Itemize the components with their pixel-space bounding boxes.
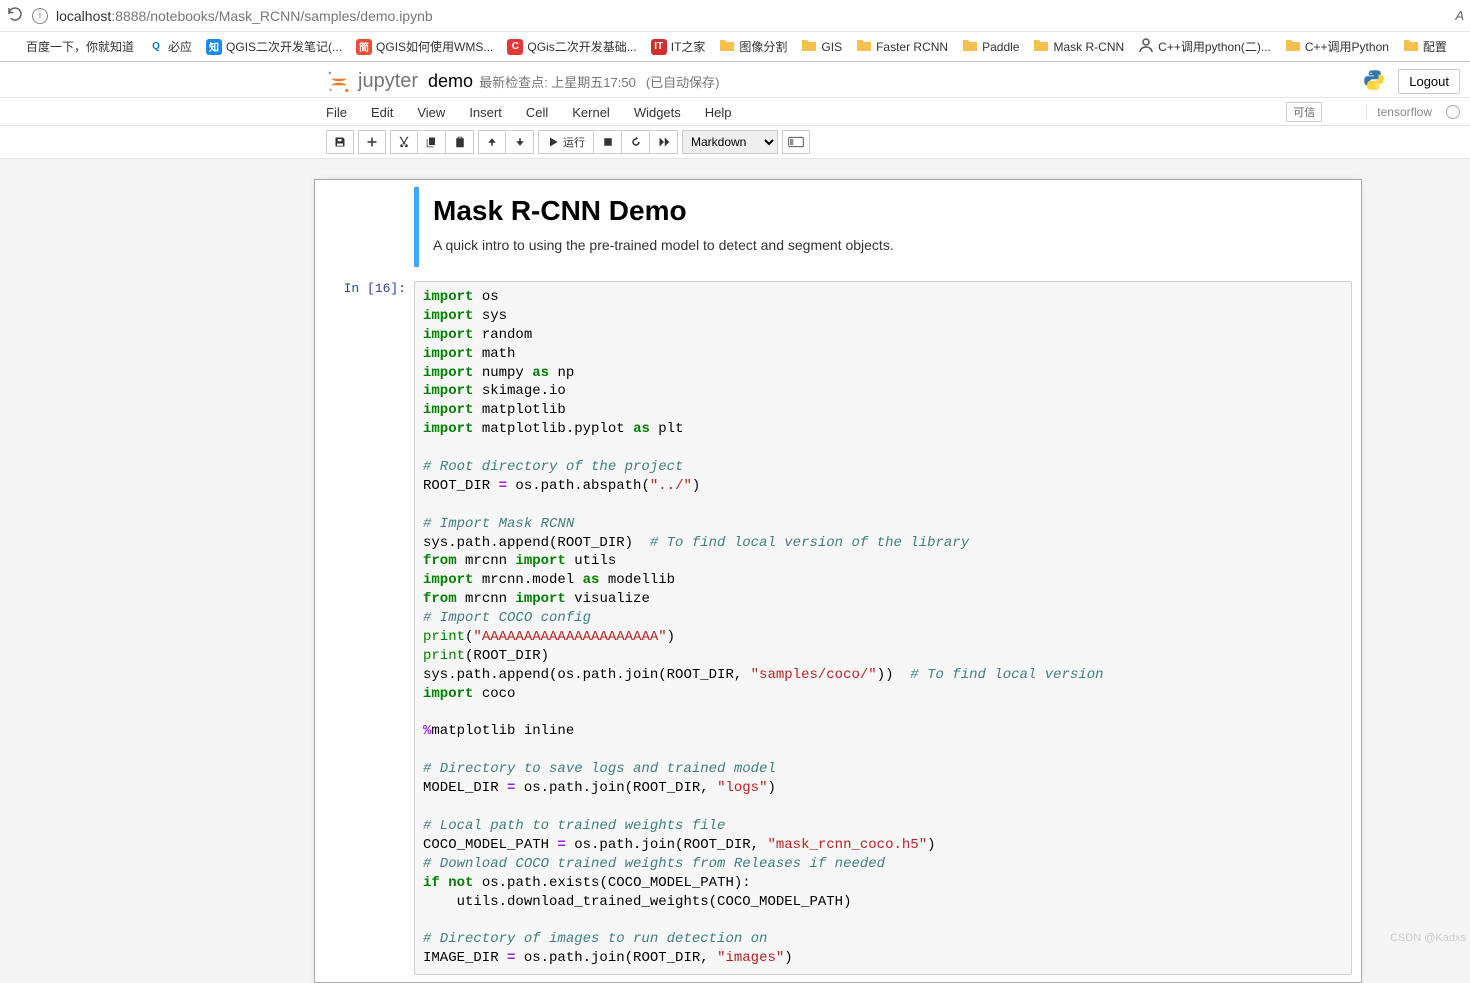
prompt-empty	[324, 187, 414, 267]
code-cell[interactable]: In [16]: import os import sys import ran…	[315, 274, 1361, 982]
folder-icon	[1403, 38, 1419, 55]
watermark: CSDN @Kadxs	[1390, 932, 1466, 944]
bookmark-label: Paddle	[982, 40, 1019, 54]
insert-cell-button[interactable]	[358, 130, 386, 154]
bookmarks-bar: 百度一下，你就知道 Q必应知QGIS二次开发笔记(... 简QGIS如何使用WMS.…	[0, 32, 1470, 62]
run-button[interactable]: 运行	[538, 130, 594, 154]
bookmark-label: C++调用python(二)...	[1158, 38, 1271, 55]
url-path: /notebooks/Mask_RCNN/samples/demo.ipynb	[146, 8, 432, 24]
site-icon	[6, 39, 22, 55]
bookmark-label: Faster RCNN	[876, 40, 948, 54]
bookmark-label: 图像分割	[739, 38, 787, 55]
folder-icon	[719, 38, 735, 55]
autosave-text: (已自动保存)	[646, 72, 720, 91]
bookmark-label: IT之家	[671, 38, 706, 55]
folder-icon	[856, 38, 872, 55]
bookmark-label: QGis二次开发基础...	[527, 38, 636, 55]
notebook-background: Mask R-CNN Demo A quick intro to using t…	[0, 159, 1470, 983]
bookmark-item[interactable]: Faster RCNN	[856, 38, 948, 55]
bookmark-item[interactable]: Q必应	[148, 38, 192, 55]
bookmark-item[interactable]: 简QGIS如何使用WMS...	[356, 38, 493, 55]
menu-edit[interactable]: Edit	[371, 105, 393, 120]
folder-icon	[1285, 38, 1301, 55]
menu-insert[interactable]: Insert	[469, 105, 502, 120]
markdown-subtitle: A quick intro to using the pre-trained m…	[433, 237, 1342, 253]
copy-button[interactable]	[418, 130, 446, 154]
site-icon: C	[507, 39, 523, 55]
toolbar: 运行 CodeMarkdownRaw NBConvertHeading	[0, 126, 1470, 159]
site-icon: 知	[206, 39, 222, 55]
jupyter-brand-text: jupyter	[358, 70, 418, 93]
menu-kernel[interactable]: Kernel	[572, 105, 610, 120]
run-label: 运行	[563, 134, 585, 150]
markdown-render: Mask R-CNN Demo A quick intro to using t…	[414, 187, 1352, 267]
interrupt-button[interactable]	[594, 130, 622, 154]
markdown-cell[interactable]: Mask R-CNN Demo A quick intro to using t…	[315, 180, 1361, 274]
celltype-select[interactable]: CodeMarkdownRaw NBConvertHeading	[682, 130, 778, 154]
kernel-status-icon	[1446, 105, 1460, 119]
ai-badge: A	[1455, 8, 1464, 23]
notebook-container: Mask R-CNN Demo A quick intro to using t…	[314, 179, 1362, 983]
move-up-button[interactable]	[478, 130, 506, 154]
jupyter-header: jupyter demo 最新检查点: 上星期五17:50 (已自动保存) Lo…	[0, 62, 1470, 98]
url-host: localhost	[56, 8, 111, 24]
menu-help[interactable]: Help	[705, 105, 732, 120]
bookmark-item[interactable]: CQGis二次开发基础...	[507, 38, 636, 55]
bookmark-item[interactable]: GIS	[801, 38, 842, 55]
url-port: :8888	[111, 8, 146, 24]
reload-icon[interactable]	[6, 5, 24, 26]
browser-address-bar: i localhost:8888/notebooks/Mask_RCNN/sam…	[0, 0, 1470, 32]
menu-view[interactable]: View	[417, 105, 445, 120]
code-editor[interactable]: import os import sys import random impor…	[414, 281, 1352, 975]
bookmark-label: 必应	[168, 38, 192, 55]
logout-button[interactable]: Logout	[1398, 69, 1460, 94]
bookmark-item[interactable]: C++调用python(二)...	[1138, 37, 1271, 56]
bookmark-label: QGIS如何使用WMS...	[376, 38, 493, 55]
bookmark-item[interactable]: Mask R-CNN	[1033, 38, 1124, 55]
bookmark-label: 配置	[1423, 38, 1447, 55]
bookmark-item[interactable]: C++调用Python	[1285, 38, 1389, 55]
restart-button[interactable]	[622, 130, 650, 154]
markdown-title: Mask R-CNN Demo	[433, 195, 1342, 227]
bookmark-label: 百度一下，你就知道	[26, 38, 134, 55]
bookmark-item[interactable]: 配置	[1403, 38, 1447, 55]
bookmark-item[interactable]: 图像分割	[719, 38, 787, 55]
cut-button[interactable]	[390, 130, 418, 154]
folder-icon	[801, 38, 817, 55]
restart-run-all-button[interactable]	[650, 130, 678, 154]
bookmark-label: C++调用Python	[1305, 38, 1389, 55]
site-icon	[1138, 37, 1154, 56]
command-palette-button[interactable]	[782, 130, 810, 154]
bookmark-label: GIS	[821, 40, 842, 54]
checkpoint-text: 最新检查点: 上星期五17:50	[479, 72, 636, 91]
menu-file[interactable]: File	[326, 105, 347, 120]
move-down-button[interactable]	[506, 130, 534, 154]
jupyter-logo[interactable]: jupyter	[326, 69, 418, 95]
site-icon: Q	[148, 39, 164, 55]
menu-cell[interactable]: Cell	[526, 105, 548, 120]
notebook-name[interactable]: demo	[428, 71, 473, 92]
paste-button[interactable]	[446, 130, 474, 154]
code-prompt: In [16]:	[324, 281, 414, 975]
kernel-name[interactable]: tensorflow	[1366, 105, 1432, 119]
menu-widgets[interactable]: Widgets	[634, 105, 681, 120]
save-button[interactable]	[326, 130, 354, 154]
bookmark-item[interactable]: 百度一下，你就知道	[6, 38, 134, 55]
folder-icon	[1033, 38, 1049, 55]
trusted-indicator[interactable]: 可信	[1286, 102, 1322, 122]
folder-icon	[962, 38, 978, 55]
python-logo-icon	[1362, 68, 1386, 95]
site-icon: IT	[651, 39, 667, 55]
bookmark-item[interactable]: ITIT之家	[651, 38, 706, 55]
bookmark-label: Mask R-CNN	[1053, 40, 1124, 54]
site-icon: 简	[356, 39, 372, 55]
site-info-icon[interactable]: i	[32, 8, 48, 24]
bookmark-label: QGIS二次开发笔记(...	[226, 38, 342, 55]
bookmark-item[interactable]: 知QGIS二次开发笔记(...	[206, 38, 342, 55]
menu-bar: FileEditViewInsertCellKernelWidgetsHelp …	[0, 98, 1470, 126]
bookmark-item[interactable]: Paddle	[962, 38, 1019, 55]
url-text[interactable]: localhost:8888/notebooks/Mask_RCNN/sampl…	[56, 8, 433, 24]
